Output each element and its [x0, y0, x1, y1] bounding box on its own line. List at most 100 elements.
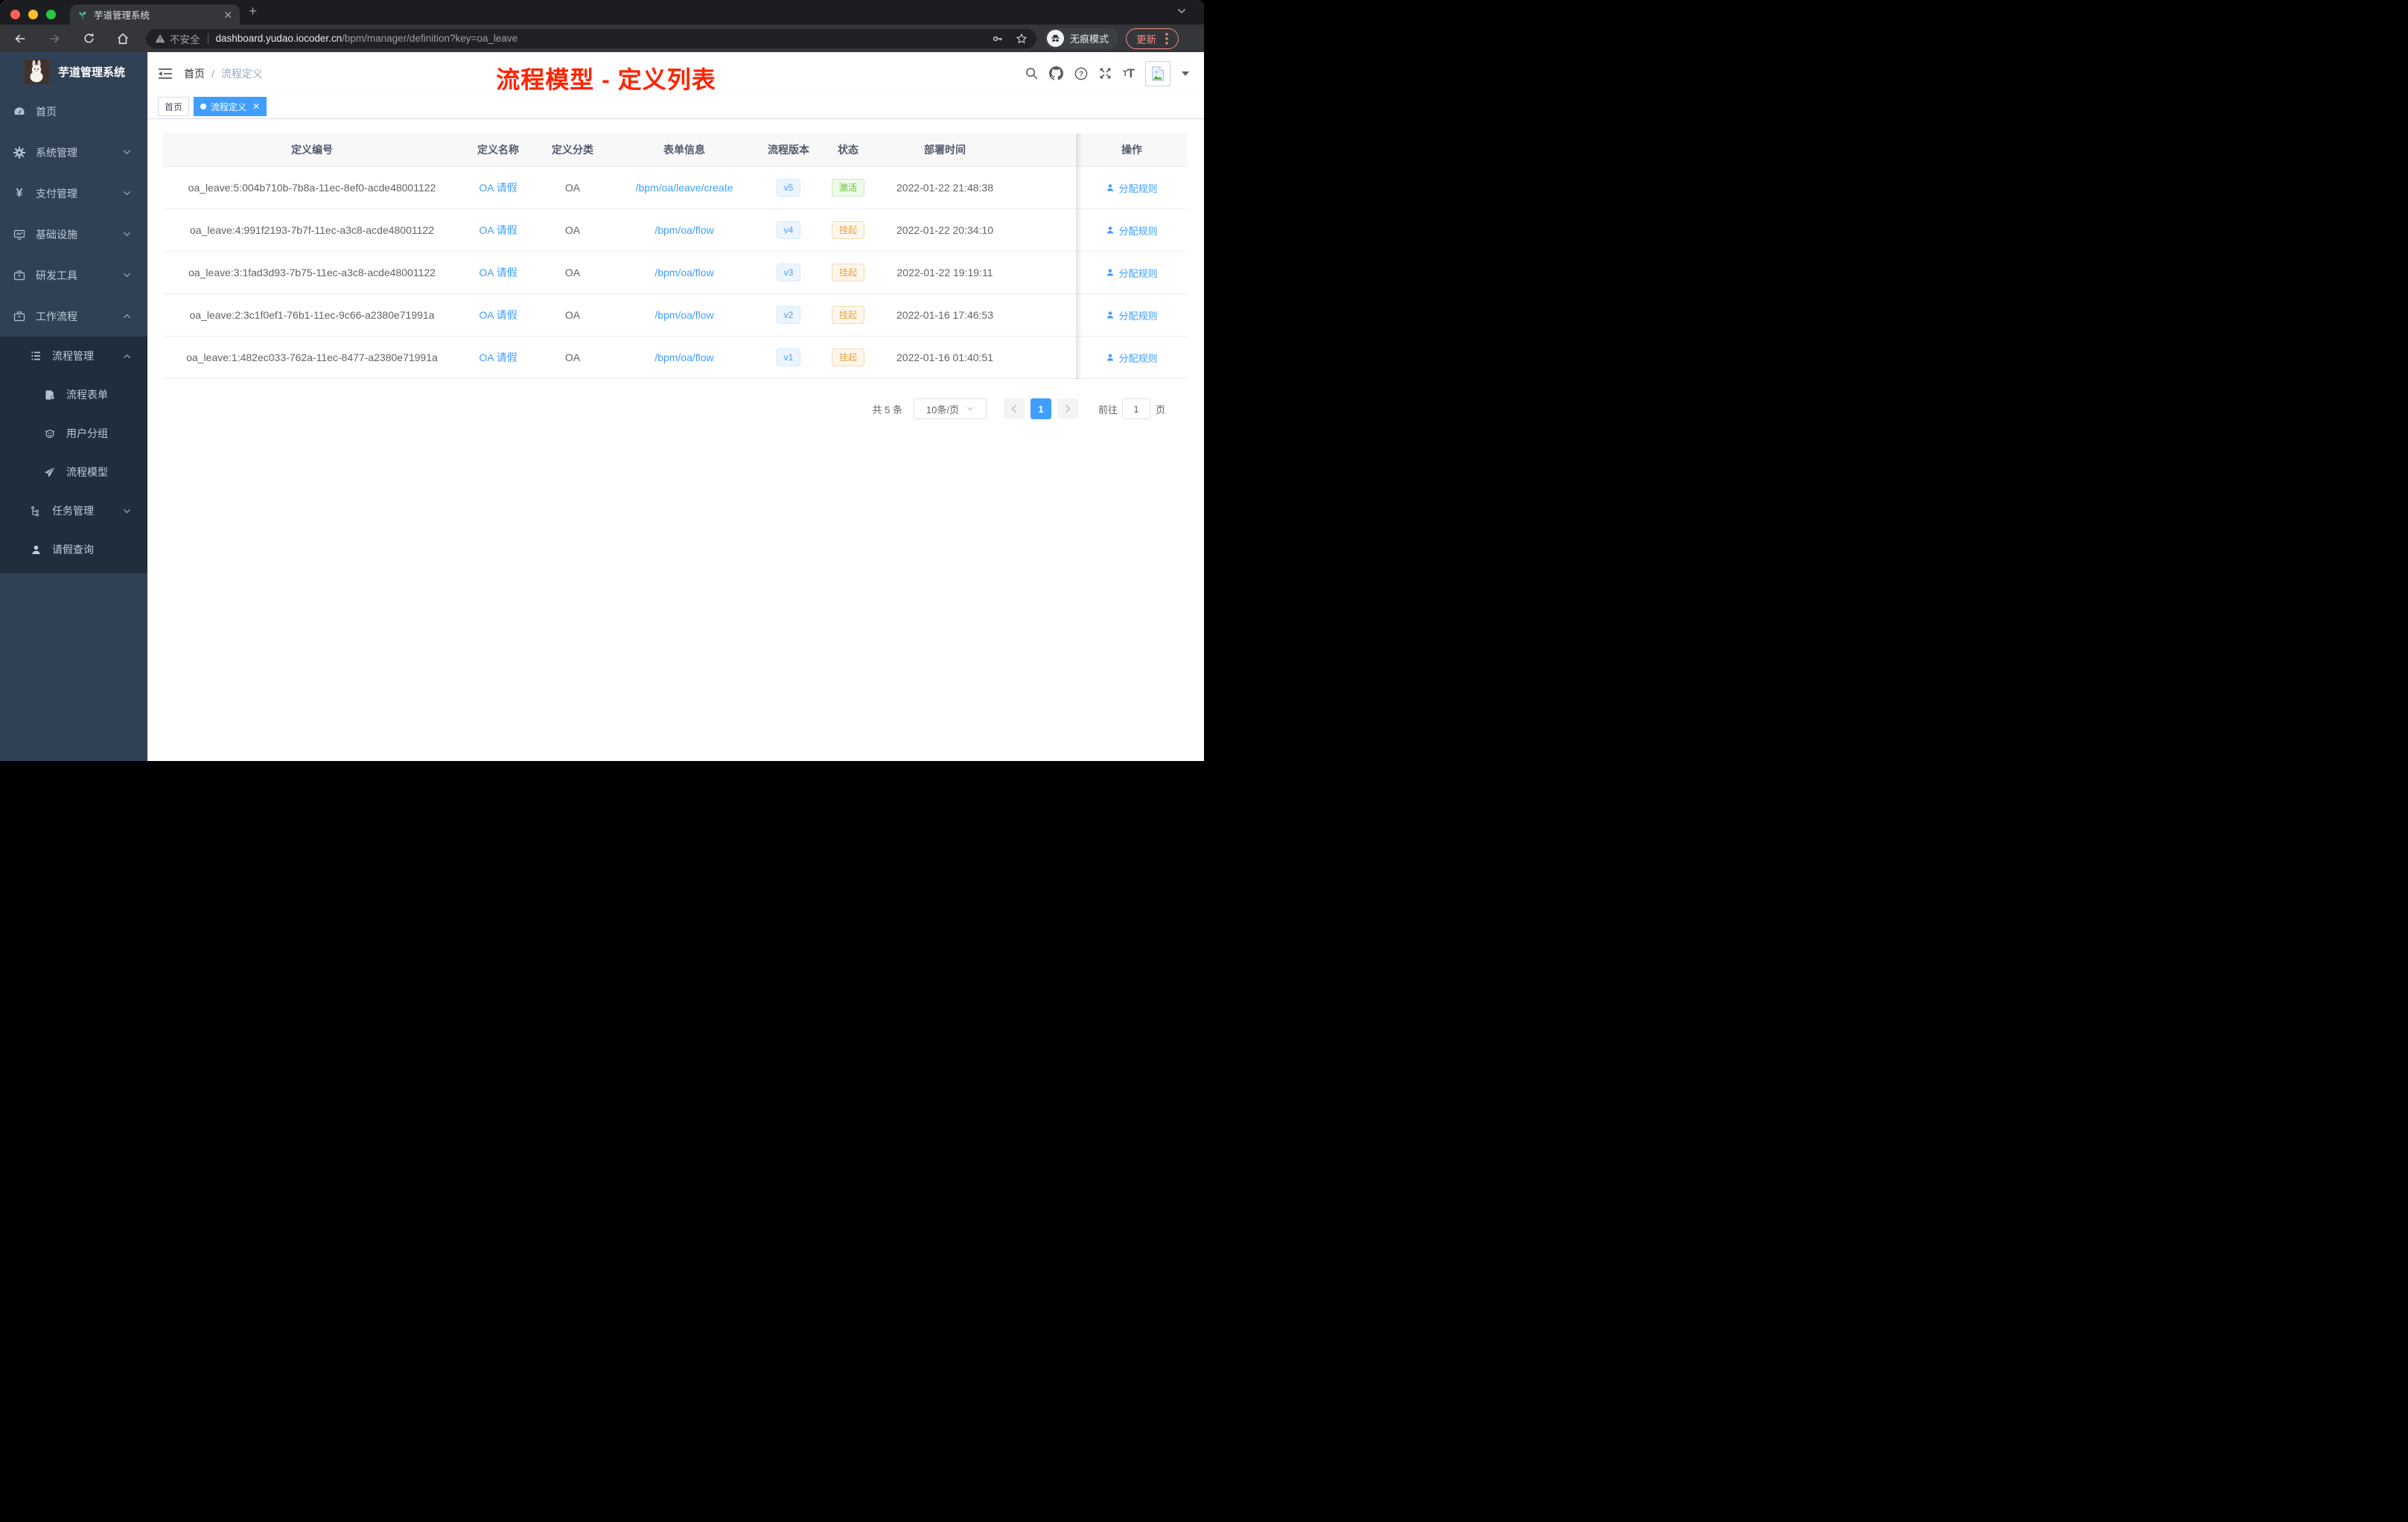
tag-close-icon[interactable]: ✕: [252, 101, 260, 112]
definition-id: oa_leave:5:004b710b-7b8a-11ec-8ef0-acde4…: [188, 182, 436, 194]
status-badge: 挂起: [831, 221, 864, 239]
form-link[interactable]: /bpm/oa/flow: [654, 309, 713, 321]
column-header: 部署时间: [924, 144, 966, 156]
breadcrumb: 首页 / 流程定义: [184, 66, 263, 81]
chevron-up-icon: [123, 313, 131, 319]
sidebar-item-system[interactable]: 系统管理: [0, 132, 147, 173]
form-link[interactable]: /bpm/oa/flow: [654, 351, 713, 363]
assign-rule-button[interactable]: 分配规则: [1106, 181, 1158, 195]
definition-name-link[interactable]: OA 请假: [479, 309, 517, 321]
sidebar-fold-icon[interactable]: [159, 68, 172, 80]
back-icon[interactable]: [7, 28, 33, 50]
forward-icon[interactable]: [42, 28, 67, 50]
sidebar-item-label: 研发工具: [36, 269, 77, 281]
tag-home[interactable]: 首页: [158, 97, 190, 116]
user-icon: [1107, 269, 1114, 276]
deploy-time: 2022-01-16 17:46:53: [896, 309, 993, 321]
assign-rule-button[interactable]: 分配规则: [1106, 351, 1158, 365]
column-header: 定义编号: [291, 144, 333, 156]
chevron-up-icon: [123, 354, 131, 359]
chevron-down-icon: [966, 407, 974, 411]
user-icon: [1107, 311, 1114, 319]
deploy-time: 2022-01-16 01:40:51: [896, 351, 993, 363]
version-badge: v5: [776, 179, 801, 197]
incognito-badge: 无痕模式: [1045, 28, 1119, 49]
sidebar-item-process-form[interactable]: 流程表单: [0, 375, 147, 414]
page-size-select[interactable]: 10条/页: [913, 398, 987, 419]
definition-name-link[interactable]: OA 请假: [479, 351, 517, 363]
sidebar-item-home[interactable]: 首页: [0, 91, 147, 132]
sidebar-item-process-management[interactable]: 流程管理: [0, 337, 147, 375]
workflow-submenu: 流程管理 流程表单 用户分组 流程模型 任务管理 请假查询: [0, 337, 147, 573]
assign-rule-button[interactable]: 分配规则: [1106, 266, 1158, 280]
sidebar-logo[interactable]: 芋道管理系统: [0, 52, 147, 91]
breadcrumb-home[interactable]: 首页: [184, 66, 205, 81]
version-badge: v1: [776, 348, 801, 366]
current-page-button[interactable]: 1: [1030, 398, 1051, 419]
home-icon[interactable]: [110, 28, 136, 50]
breadcrumb-current: 流程定义: [220, 67, 263, 80]
password-key-icon[interactable]: [992, 33, 1004, 45]
avatar-dropdown-caret-icon[interactable]: [1182, 71, 1189, 76]
tab-search-chevron-icon[interactable]: [1177, 8, 1186, 14]
close-window-button[interactable]: [10, 10, 20, 19]
active-tag-dot: [200, 104, 207, 109]
main-content: 定义编号 定义名称 定义分类 表单信息 流程版本 状态 部署时间 操作 oa_l…: [147, 119, 1204, 761]
table-row: oa_leave:2:3c1f0ef1-76b1-11ec-9c66-a2380…: [163, 294, 1188, 337]
pagination-total: 共 5 条: [872, 404, 902, 415]
tag-process-definition[interactable]: 流程定义 ✕: [194, 97, 267, 116]
update-label: 更新: [1136, 34, 1157, 45]
sidebar-item-label: 支付管理: [36, 187, 77, 200]
goto-page-input[interactable]: [1121, 398, 1150, 419]
sidebar: 芋道管理系统 首页 系统管理 ¥ 支付管理 基础设施 研发工具 工作流程 流程管…: [0, 52, 147, 761]
new-tab-button[interactable]: +: [249, 4, 257, 20]
tab-close-icon[interactable]: ✕: [223, 10, 232, 20]
minimize-window-button[interactable]: [28, 10, 38, 19]
browser-tab[interactable]: 芋道管理系统 ✕: [70, 4, 240, 25]
zoom-window-button[interactable]: [46, 10, 56, 19]
sidebar-item-label: 流程管理: [52, 350, 94, 362]
assign-rule-button[interactable]: 分配规则: [1106, 308, 1158, 322]
definition-name-link[interactable]: OA 请假: [479, 182, 517, 194]
sidebar-item-devtools[interactable]: 研发工具: [0, 255, 147, 296]
next-page-button[interactable]: [1057, 398, 1078, 419]
reload-icon[interactable]: [76, 28, 101, 50]
svg-text:?: ?: [1079, 70, 1083, 78]
form-link[interactable]: /bpm/oa/flow: [654, 267, 713, 278]
search-icon[interactable]: [1025, 67, 1038, 80]
sidebar-item-process-model[interactable]: 流程模型: [0, 453, 147, 491]
dashboard-icon: [13, 106, 25, 118]
status-badge: 挂起: [831, 264, 864, 281]
not-secure-warning-icon[interactable]: [155, 34, 165, 44]
fullscreen-icon[interactable]: [1099, 67, 1112, 80]
definition-id: oa_leave:3:1fad3d93-7b75-11ec-a3c8-acde4…: [188, 267, 436, 278]
monitor-icon: [13, 229, 25, 241]
url-path: /bpm/manager/definition?key=oa_leave: [342, 33, 518, 44]
form-link[interactable]: /bpm/oa/leave/create: [636, 182, 733, 194]
avatar-broken-image[interactable]: [1145, 60, 1170, 86]
help-icon[interactable]: ?: [1074, 67, 1088, 80]
sidebar-item-workflow[interactable]: 工作流程: [0, 296, 147, 337]
form-icon: [44, 389, 56, 401]
sidebar-item-task-management[interactable]: 任务管理: [0, 491, 147, 530]
url-bar[interactable]: 不安全 dashboard.yudao.iocoder.cn/bpm/manag…: [146, 28, 1036, 48]
definition-name-link[interactable]: OA 请假: [479, 267, 517, 278]
deploy-time: 2022-01-22 19:19:11: [896, 267, 993, 278]
prev-page-button[interactable]: [1003, 398, 1025, 419]
sidebar-item-payment[interactable]: ¥ 支付管理: [0, 173, 147, 214]
sidebar-item-user-groups[interactable]: 用户分组: [0, 414, 147, 453]
font-size-icon[interactable]: TT: [1123, 66, 1135, 81]
column-header: 状态: [838, 144, 859, 156]
security-label[interactable]: 不安全: [170, 31, 200, 46]
browser-menu-dots-icon[interactable]: [1165, 32, 1168, 45]
sidebar-item-leave-query[interactable]: 请假查询: [0, 530, 147, 569]
github-icon[interactable]: [1048, 66, 1063, 80]
bookmark-star-icon[interactable]: [1016, 33, 1028, 45]
assign-rule-button[interactable]: 分配规则: [1106, 223, 1158, 238]
form-link[interactable]: /bpm/oa/flow: [654, 224, 713, 236]
table-row: oa_leave:1:482ec033-762a-11ec-8477-a2380…: [163, 337, 1188, 379]
chrome-update-button[interactable]: 更新: [1126, 28, 1179, 49]
definition-name-link[interactable]: OA 请假: [479, 224, 517, 236]
sidebar-item-infrastructure[interactable]: 基础设施: [0, 214, 147, 255]
table-header-row: 定义编号 定义名称 定义分类 表单信息 流程版本 状态 部署时间 操作: [163, 133, 1188, 167]
